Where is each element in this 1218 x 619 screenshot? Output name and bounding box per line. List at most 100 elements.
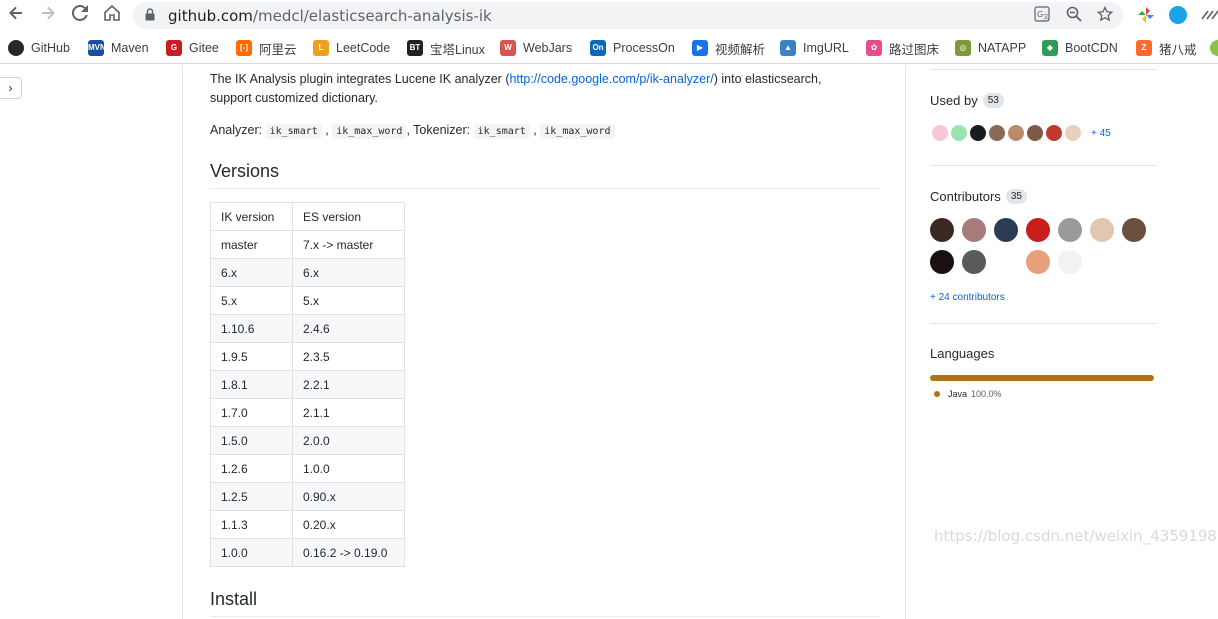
zbj-icon: Z <box>1136 40 1152 56</box>
contributors-count: 35 <box>1005 189 1027 204</box>
avatar[interactable] <box>962 250 986 274</box>
bookmark-label: NATAPP <box>978 41 1027 55</box>
leetcode-icon: L <box>313 40 329 56</box>
ik-analyzer-link[interactable]: http://code.google.com/p/ik-analyzer/ <box>509 72 713 86</box>
avatar[interactable] <box>930 123 950 143</box>
sidebar-divider <box>930 323 1156 324</box>
ik-version-cell: 1.2.5 <box>210 482 293 511</box>
ik-version-cell: 5.x <box>210 286 293 315</box>
avatar[interactable] <box>994 250 1018 274</box>
luguo-icon: ✿ <box>866 40 882 56</box>
ik-version-cell: master <box>210 230 293 259</box>
extension-circle-icon[interactable] <box>1169 6 1187 24</box>
bookmark-webjars[interactable]: W WebJars <box>500 39 572 57</box>
contributors-heading[interactable]: Contributors 35 <box>930 189 1027 204</box>
bookmark-aliyun[interactable]: [-] 阿里云 <box>236 39 297 57</box>
avatar[interactable] <box>1063 123 1083 143</box>
bookmark-label: 阿里云 <box>259 42 297 57</box>
ik-version-cell: 1.0.0 <box>210 538 293 567</box>
analyzer-code-ik-max-word: ik_max_word <box>332 124 407 139</box>
ik-version-cell: 1.7.0 <box>210 398 293 427</box>
bookmark-zbj[interactable]: Z 猪八戒 <box>1136 39 1197 57</box>
bookmark-bootcdn[interactable]: ◆ BootCDN <box>1042 39 1118 57</box>
address-bar[interactable]: github.com/medcl/elasticsearch-analysis-… <box>133 2 1123 29</box>
bookmark-star-icon[interactable] <box>1096 5 1114 24</box>
aliyun-icon: [-] <box>236 40 252 56</box>
translate-icon[interactable]: G文 <box>1033 6 1051 24</box>
avatar[interactable] <box>1090 218 1114 242</box>
avatar[interactable] <box>968 123 988 143</box>
github-icon <box>8 40 24 56</box>
es-version-cell: 1.0.0 <box>292 454 405 483</box>
avatar[interactable] <box>987 123 1007 143</box>
bookmark-overflow-icon[interactable] <box>1210 39 1218 57</box>
bookmark-label: ProcessOn <box>613 41 675 55</box>
readme-panel: The IK Analysis plugin integrates Lucene… <box>182 65 906 619</box>
ik-version-cell: 1.8.1 <box>210 370 293 399</box>
sidebar-divider <box>930 69 1156 70</box>
extension-pinwheel-icon[interactable] <box>1137 6 1155 24</box>
used-by-more-link[interactable]: + 45 <box>1091 128 1111 139</box>
bookmark-luguo[interactable]: ✿ 路过图床 <box>866 39 939 57</box>
avatar[interactable] <box>1006 123 1026 143</box>
table-row: 1.10.6 2.4.6 <box>210 314 405 343</box>
avatar[interactable] <box>1026 250 1050 274</box>
table-row: 1.8.1 2.2.1 <box>210 370 405 399</box>
maven-icon: MVN <box>88 40 106 56</box>
avatar[interactable] <box>1026 218 1050 242</box>
avatar[interactable] <box>930 218 954 242</box>
language-color-dot <box>934 391 940 397</box>
bootcdn-icon: ◆ <box>1042 40 1058 56</box>
bookmark-label: Maven <box>111 41 149 55</box>
ik-version-cell: 6.x <box>210 258 293 287</box>
contributors-avatars <box>930 218 1156 274</box>
table-header-ik-version: IK version <box>210 202 293 231</box>
bookmark-leetcode[interactable]: L LeetCode <box>313 39 390 57</box>
home-icon[interactable] <box>101 4 123 27</box>
es-version-cell: 7.x -> master <box>292 230 405 259</box>
es-version-cell: 2.2.1 <box>292 370 405 399</box>
gitee-icon: G <box>166 40 182 56</box>
bookmark-processon[interactable]: On ProcessOn <box>590 39 675 57</box>
languages-heading: Languages <box>930 346 995 361</box>
avatar[interactable] <box>949 123 969 143</box>
bookmark-natapp[interactable]: ◎ NATAPP <box>955 39 1026 57</box>
table-header-row: IK version ES version <box>210 202 405 231</box>
zoom-icon[interactable] <box>1065 6 1083 24</box>
table-row: 1.9.5 2.3.5 <box>210 342 405 371</box>
back-arrow-icon[interactable] <box>5 5 27 27</box>
avatar[interactable] <box>930 250 954 274</box>
reload-icon[interactable] <box>69 4 91 27</box>
ik-version-cell: 1.9.5 <box>210 342 293 371</box>
bookmark-gitee[interactable]: G Gitee <box>166 39 219 57</box>
analyzer-line: Analyzer: ik_smart , ik_max_word, Tokeni… <box>210 121 880 141</box>
avatar[interactable] <box>1058 218 1082 242</box>
avatar[interactable] <box>1122 218 1146 242</box>
avatar[interactable] <box>962 218 986 242</box>
bookmark-label: 视频解析 <box>715 42 766 57</box>
language-legend-java[interactable]: Java 100.0% <box>934 389 1002 399</box>
browser-toolbar: github.com/medcl/elasticsearch-analysis-… <box>0 0 1218 32</box>
url-text: github.com/medcl/elasticsearch-analysis-… <box>168 7 492 25</box>
bookmark-github[interactable]: GitHub <box>8 39 70 57</box>
avatar[interactable] <box>1044 123 1064 143</box>
intro-paragraph: The IK Analysis plugin integrates Lucene… <box>210 72 822 105</box>
analyzer-code-ik-smart: ik_smart <box>265 124 322 139</box>
used-by-heading[interactable]: Used by 53 <box>930 93 1004 108</box>
forward-arrow-icon[interactable] <box>37 5 59 27</box>
bookmark-maven[interactable]: MVN Maven <box>88 39 149 57</box>
bookmark-imgurl[interactable]: ▲ ImgURL <box>780 39 849 57</box>
table-row: master 7.x -> master <box>210 230 405 259</box>
table-row: 1.5.0 2.0.0 <box>210 426 405 455</box>
avatar[interactable] <box>994 218 1018 242</box>
extension-more-icon[interactable] <box>1200 6 1218 24</box>
table-row: 1.7.0 2.1.1 <box>210 398 405 427</box>
avatar[interactable] <box>1025 123 1045 143</box>
bookmark-video-parse[interactable]: ▶ 视频解析 <box>692 39 765 57</box>
contributors-more-link[interactable]: + 24 contributors <box>930 292 1005 303</box>
bookmark-label: LeetCode <box>336 41 391 55</box>
sidebar-expand-chevron-icon[interactable]: › <box>0 77 22 99</box>
bookmark-baota[interactable]: BT 宝塔Linux <box>407 39 485 57</box>
es-version-cell: 2.4.6 <box>292 314 405 343</box>
avatar[interactable] <box>1058 250 1082 274</box>
